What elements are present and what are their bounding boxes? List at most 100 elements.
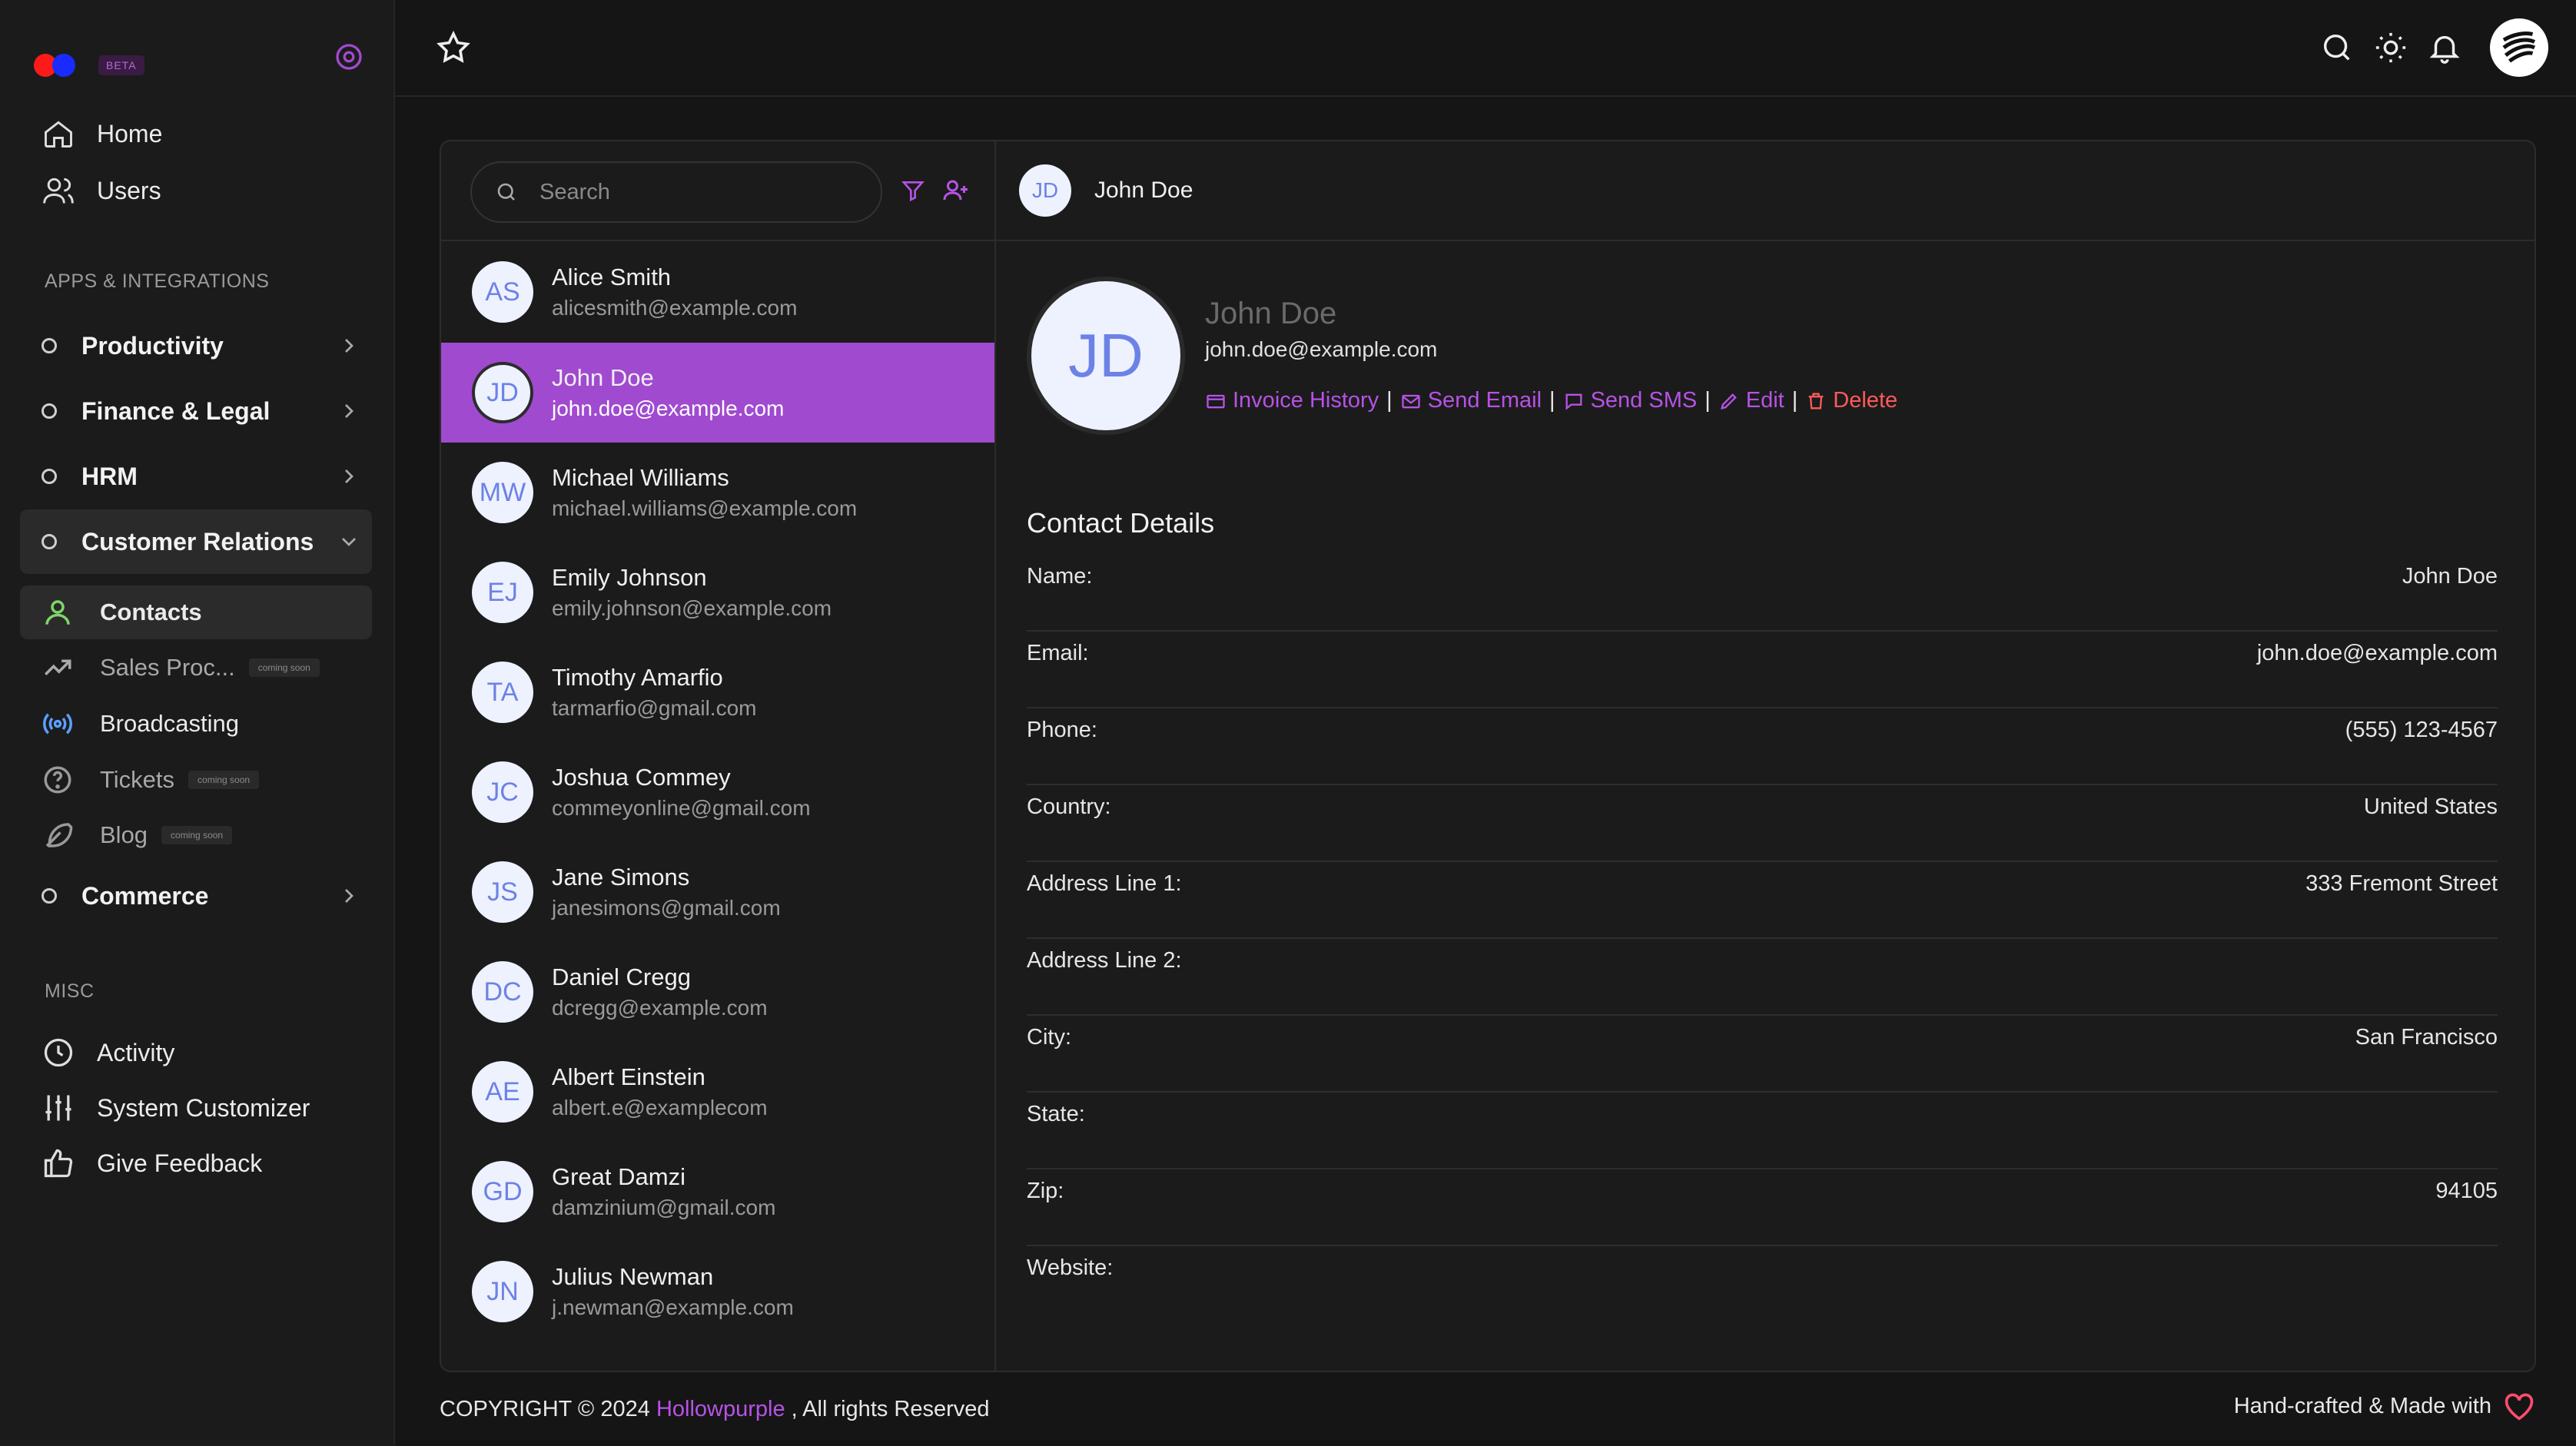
avatar: DC (472, 961, 533, 1023)
coming-soon-badge: coming soon (161, 826, 233, 844)
mail-icon (1402, 394, 1420, 408)
contact-list-item[interactable]: GD Great Damzi damzinium@gmail.com (441, 1142, 994, 1242)
nav-give-feedback[interactable]: Give Feedback (41, 1146, 262, 1180)
nav-system-customizer[interactable]: System Customizer (41, 1091, 310, 1125)
brand-link[interactable]: Hollowpurple (656, 1397, 785, 1421)
trending-up-icon (45, 659, 71, 675)
contact-name: Jane Simons (552, 864, 690, 890)
clock-icon (44, 1038, 73, 1067)
separator: | (1791, 388, 1798, 413)
avatar: TA (472, 662, 533, 723)
contact-name: Great Damzi (552, 1163, 685, 1190)
circle-icon (41, 403, 57, 419)
search-box[interactable] (470, 161, 882, 223)
contact-list-item[interactable]: MW Michael Williams michael.williams@exam… (441, 443, 994, 542)
profile-name: John Doe (1205, 297, 1337, 330)
contact-list-item[interactable]: JN Julius Newman j.newman@example.com (441, 1242, 994, 1342)
send-email-link[interactable]: Send Email (1400, 388, 1542, 413)
edit-link[interactable]: Edit (1718, 388, 1784, 413)
sub-contacts[interactable]: Contacts (20, 585, 372, 639)
contact-list-item[interactable]: JS Jane Simons janesimons@gmail.com (441, 842, 994, 942)
sub-broadcasting[interactable]: Broadcasting (20, 697, 372, 751)
send-sms-label: Send SMS (1590, 388, 1698, 413)
star-icon[interactable] (435, 29, 472, 66)
filter-icon[interactable] (901, 178, 925, 203)
contact-email: damzinium@gmail.com (552, 1196, 776, 1219)
chevron-down-icon (342, 538, 356, 546)
field-value: United States (2363, 794, 2498, 819)
group-commerce[interactable]: Commerce (20, 864, 372, 928)
contact-list-item[interactable]: AE Albert Einstein albert.e@examplecom (441, 1042, 994, 1142)
contact-list-item-selected[interactable]: JD John Doe john.doe@example.com (441, 343, 994, 443)
sub-blog[interactable]: Blog coming soon (20, 808, 372, 862)
field-value: 94105 (2435, 1179, 2498, 1203)
search-icon (497, 183, 515, 201)
contact-email: alicesmith@example.com (552, 296, 798, 320)
profile-email: john.doe@example.com (1205, 337, 1438, 361)
contact-email: j.newman@example.com (552, 1295, 794, 1319)
edit-label: Edit (1745, 388, 1784, 413)
delete-link[interactable]: Delete (1805, 388, 1897, 413)
chevron-right-icon (345, 404, 354, 418)
contact-list-item[interactable]: DC Daniel Cregg dcregg@example.com (441, 942, 994, 1042)
sub-tickets[interactable]: Tickets coming soon (20, 753, 372, 807)
contact-email: emily.johnson@example.com (552, 596, 832, 620)
group-commerce-label: Commerce (81, 881, 209, 910)
nav-activity[interactable]: Activity (41, 1036, 174, 1070)
user-avatar[interactable] (2490, 18, 2548, 77)
contact-list-item[interactable]: AS Alice Smith alicesmith@example.com (441, 242, 994, 342)
nav-home[interactable]: Home (41, 117, 162, 151)
thumbs-up-icon (44, 1149, 73, 1178)
trash-icon (1808, 393, 1824, 409)
search-icon[interactable] (2319, 30, 2355, 65)
contact-name: Alice Smith (552, 264, 672, 290)
heart-icon (2505, 1393, 2534, 1421)
detail-row-state: State: (1027, 1093, 2498, 1169)
contact-list-item[interactable]: EJ Emily Johnson emily.johnson@example.co… (441, 542, 994, 642)
sidebar: BETA Home Users APPS & INTEGRATIONS Prod… (0, 0, 395, 1446)
sub-sales-process[interactable]: Sales Proc... coming soon (20, 641, 372, 695)
contact-email: dcregg@example.com (552, 996, 768, 1020)
search-input[interactable] (539, 179, 862, 205)
group-productivity[interactable]: Productivity (20, 313, 372, 378)
add-user-icon[interactable] (942, 177, 970, 204)
group-finance-legal[interactable]: Finance & Legal (20, 379, 372, 443)
credit-card-icon (1207, 394, 1225, 408)
logo-blue-dot (52, 54, 75, 77)
pencil-icon (1720, 393, 1737, 410)
chevron-right-icon (345, 889, 354, 903)
field-label: Email: (1027, 641, 1089, 665)
detail-row-country: Country: United States (1027, 785, 2498, 862)
field-label: State: (1027, 1102, 1085, 1126)
contact-name: Joshua Commey (552, 764, 731, 791)
bell-icon[interactable] (2427, 30, 2462, 65)
contact-email: michael.williams@example.com (552, 496, 858, 520)
home-icon (45, 121, 72, 148)
users-icon (43, 177, 74, 204)
group-hrm[interactable]: HRM (20, 444, 372, 509)
sub-tickets-label: Tickets (100, 766, 175, 793)
field-label: Phone: (1027, 718, 1097, 742)
target-icon[interactable] (334, 41, 364, 72)
chevron-right-icon (345, 339, 354, 353)
detail-row-website: Website: (1027, 1246, 2498, 1323)
group-customer-relations[interactable]: Customer Relations (20, 509, 372, 574)
topbar-actions (2301, 18, 2548, 77)
contact-list-item[interactable]: TA Timothy Amarfio tarmarfio@gmail.com (441, 642, 994, 742)
contact-list-item[interactable]: JC Joshua Commey commeyonline@gmail.com (441, 742, 994, 842)
avatar: EJ (472, 562, 533, 623)
nav-users[interactable]: Users (41, 174, 161, 207)
contacts-card: AS Alice Smith alicesmith@example.com JD … (440, 140, 2536, 1372)
brand-logo[interactable]: BETA (34, 54, 144, 77)
sun-icon[interactable] (2373, 30, 2408, 65)
send-email-label: Send Email (1427, 388, 1542, 413)
avatar: MW (472, 462, 533, 523)
sub-contacts-label: Contacts (100, 599, 202, 625)
field-label: Address Line 1: (1027, 871, 1182, 896)
circle-icon (41, 888, 57, 904)
field-value: 333 Fremont Street (2305, 871, 2498, 896)
invoice-history-label: Invoice History (1233, 388, 1379, 413)
avatar: AE (472, 1061, 533, 1123)
send-sms-link[interactable]: Send SMS (1563, 388, 1698, 413)
invoice-history-link[interactable]: Invoice History (1205, 388, 1379, 413)
